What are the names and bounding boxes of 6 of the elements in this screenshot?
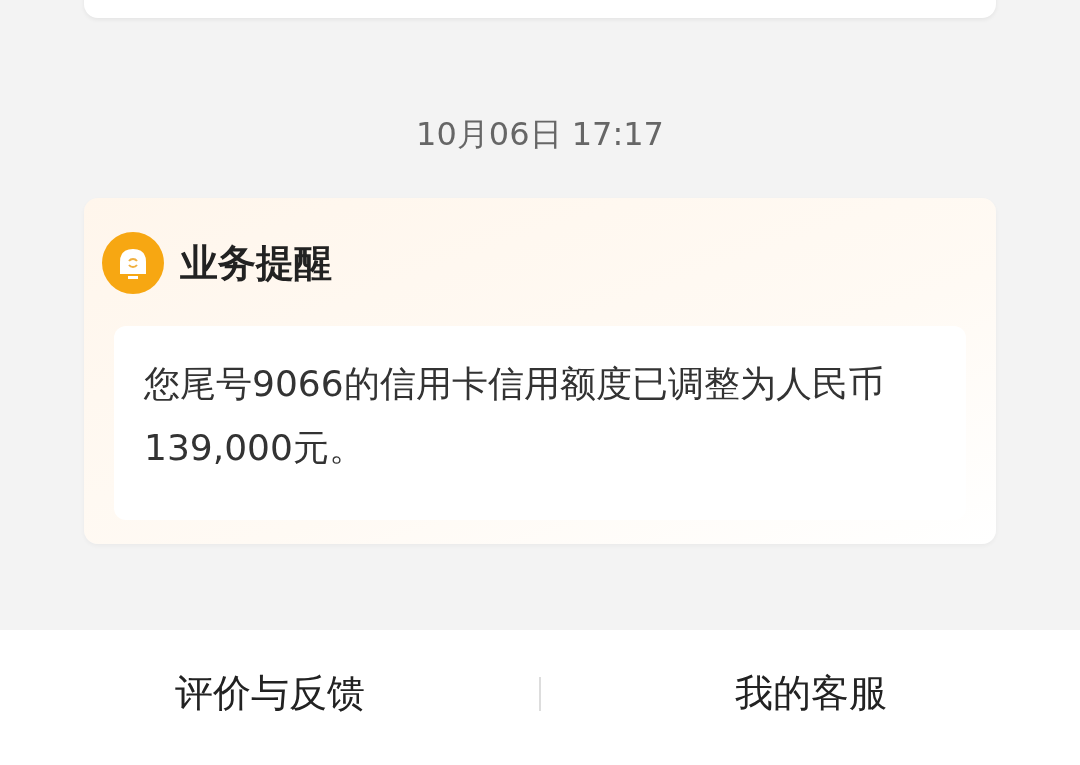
message-text: 您尾号9066的信用卡信用额度已调整为人民币139,000元。 (144, 363, 884, 468)
message-title: 业务提醒 (180, 239, 332, 287)
feedback-button[interactable]: 评价与反馈 (0, 664, 539, 723)
bell-icon (102, 232, 164, 294)
timestamp: 10月06日 17:17 (416, 115, 664, 153)
service-button[interactable]: 我的客服 (541, 664, 1080, 723)
